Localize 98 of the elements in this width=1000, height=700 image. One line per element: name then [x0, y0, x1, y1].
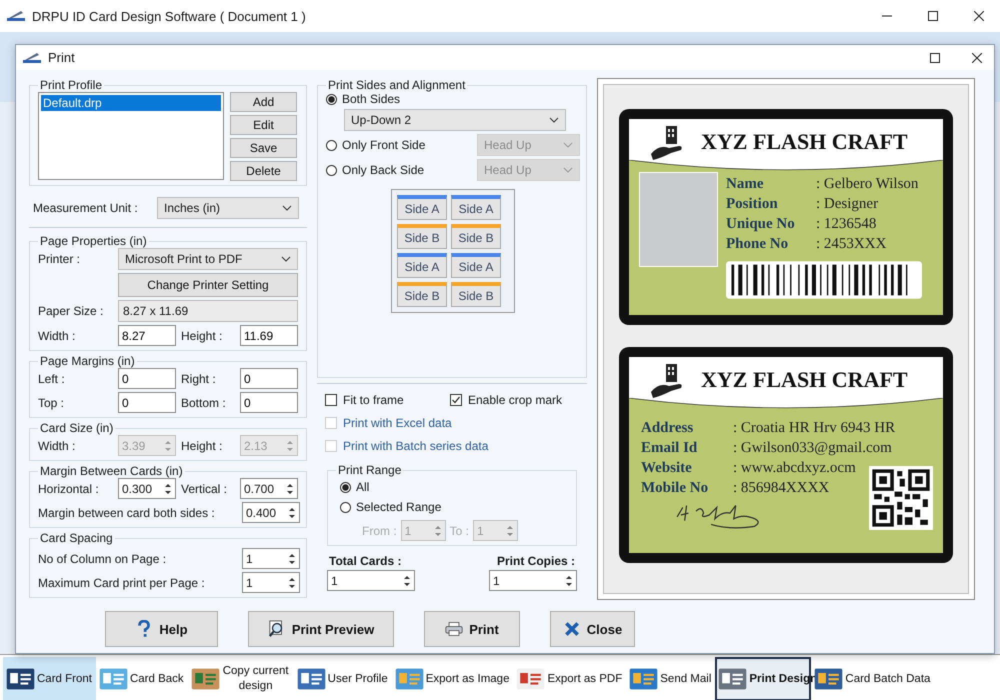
card-field-label: Website	[641, 459, 693, 478]
side-tile: Side B	[397, 282, 447, 307]
field-label: To :	[450, 524, 470, 538]
spacing-spinbox[interactable]: 1	[242, 548, 300, 569]
card-field-value: : 1236548	[816, 215, 876, 234]
dialog-title: Print	[48, 50, 75, 65]
radio-option[interactable]: Both Sides	[326, 92, 400, 106]
field-label: Top :	[38, 396, 66, 410]
card-field-value: : 2453XXX	[816, 235, 886, 254]
layout-dropdown[interactable]: Up-Down 2	[344, 109, 566, 131]
margin-field[interactable]: 0	[118, 368, 176, 389]
toolbar-button[interactable]: Copy current design	[188, 657, 294, 700]
card-field-label: Position	[726, 195, 779, 214]
card-field-label: Phone No	[726, 235, 790, 254]
field-label: Height :	[180, 438, 224, 452]
side-tile: Side B	[397, 224, 447, 249]
radio-option[interactable]: Only Back Side	[326, 163, 424, 177]
side-tile: Side A	[451, 253, 501, 278]
company-name: XYZ FLASH CRAFT	[701, 367, 908, 393]
field-label: Paper Size :	[38, 304, 104, 318]
side-tile: Side A	[397, 195, 447, 220]
dialog-button[interactable]: Close	[550, 611, 635, 647]
toolbar-button[interactable]: Export as Image	[392, 657, 514, 700]
card-field-value: : www.abcdxyz.ocm	[733, 459, 856, 478]
unit-dropdown[interactable]: Inches (in)	[157, 197, 299, 219]
change-printer-button[interactable]: Change Printer Setting	[118, 273, 298, 297]
paper-size-field: 8.27 x 11.69	[118, 300, 298, 322]
group-title: Print Sides and Alignment	[327, 78, 466, 92]
card-field-label: Mobile No	[641, 479, 710, 498]
dimension-field[interactable]: 8.27	[118, 325, 176, 346]
dialog-button[interactable]: Help	[105, 611, 218, 647]
field-label: Height :	[180, 328, 224, 342]
radio-option[interactable]: Only Front Side	[326, 138, 426, 152]
group-title: Print Range	[337, 463, 402, 477]
profile-button[interactable]: Edit	[230, 115, 297, 135]
field-label: Total Cards :	[328, 554, 402, 568]
card-field-label: Email Id	[641, 439, 698, 458]
dialog-button[interactable]: Print Preview	[248, 611, 394, 647]
field-label: Maximum Card print per Page :	[38, 576, 205, 590]
dialog-button[interactable]: Print	[424, 611, 520, 647]
card-field-label: Unique No	[726, 215, 796, 234]
profile-button[interactable]: Delete	[230, 161, 297, 181]
card-field-value: : Croatia HR Hrv 6943 HR	[733, 419, 896, 438]
dimension-field[interactable]: 11.69	[240, 325, 298, 346]
card-field-value: : Designer	[816, 195, 878, 214]
group-title: Page Properties (in)	[39, 234, 148, 248]
radio-option[interactable]: All	[340, 480, 570, 494]
field-label: Right :	[180, 372, 217, 386]
margin-spinbox[interactable]: 0.700	[240, 478, 298, 499]
checkbox-option[interactable]: Enable crop mark	[450, 393, 575, 407]
toolbar-button[interactable]: Send Mail	[626, 657, 716, 700]
field-label: Print Copies :	[496, 554, 576, 568]
spacing-spinbox[interactable]: 1	[242, 572, 300, 593]
card-field-value: : Gelbero Wilson	[816, 175, 918, 194]
field-label: Width :	[38, 438, 76, 452]
field-label: Width :	[38, 328, 76, 342]
group-title: Card Spacing	[39, 531, 114, 545]
window-title: DRPU ID Card Design Software ( Document 1 )	[32, 8, 306, 24]
field-label: Horizontal :	[38, 482, 100, 496]
toolbar-button[interactable]: Card Front	[3, 657, 96, 700]
side-tile: Side A	[397, 253, 447, 278]
printer-dropdown[interactable]: Microsoft Print to PDF	[118, 248, 298, 270]
radio-option[interactable]: Selected Range	[340, 500, 570, 514]
checkbox-option[interactable]: Fit to frame	[325, 393, 450, 407]
field-label: Bottom :	[180, 396, 227, 410]
toolbar-button[interactable]: Export as PDF	[513, 657, 626, 700]
company-name: XYZ FLASH CRAFT	[701, 129, 908, 155]
side-tile: Side B	[451, 282, 501, 307]
card-field-label: Address	[641, 419, 694, 438]
group-title: Print Profile	[39, 78, 104, 92]
field-label: From :	[362, 524, 397, 538]
toolbar-button[interactable]: User Profile	[294, 657, 392, 700]
side-tile: Side A	[451, 195, 501, 220]
group-title: Card Size (in)	[39, 421, 114, 435]
card-field-value: : 856984XXXX	[733, 479, 830, 498]
margin-field[interactable]: 0	[118, 392, 176, 413]
margin-spinbox[interactable]: 0.400	[242, 502, 300, 523]
profile-list[interactable]: Default.drp	[38, 92, 224, 180]
margin-field[interactable]: 0	[240, 368, 298, 389]
count-spinbox[interactable]: 1	[489, 570, 577, 591]
toolbar-button[interactable]: Card Back	[96, 657, 188, 700]
group-title: Page Margins (in)	[39, 354, 136, 368]
margin-spinbox[interactable]: 0.300	[118, 478, 176, 499]
profile-button[interactable]: Save	[230, 138, 297, 158]
field-label: Left :	[38, 372, 66, 386]
field-label: Measurement Unit :	[33, 201, 138, 215]
group-title: Margin Between Cards (in)	[39, 464, 184, 478]
field-label: No of Column on Page :	[38, 552, 166, 566]
profile-list-item[interactable]: Default.drp	[41, 95, 221, 111]
card-field-value: : Gwilson033@gmail.com	[733, 439, 892, 458]
margin-field[interactable]: 0	[240, 392, 298, 413]
profile-button[interactable]: Add	[230, 92, 297, 112]
field-label: Printer :	[38, 252, 82, 266]
field-label: Margin between card both sides :	[38, 506, 215, 520]
count-spinbox[interactable]: 1	[327, 570, 415, 591]
side-tile: Side B	[451, 224, 501, 249]
field-label: Vertical :	[180, 482, 228, 496]
card-field-label: Name	[726, 175, 764, 194]
